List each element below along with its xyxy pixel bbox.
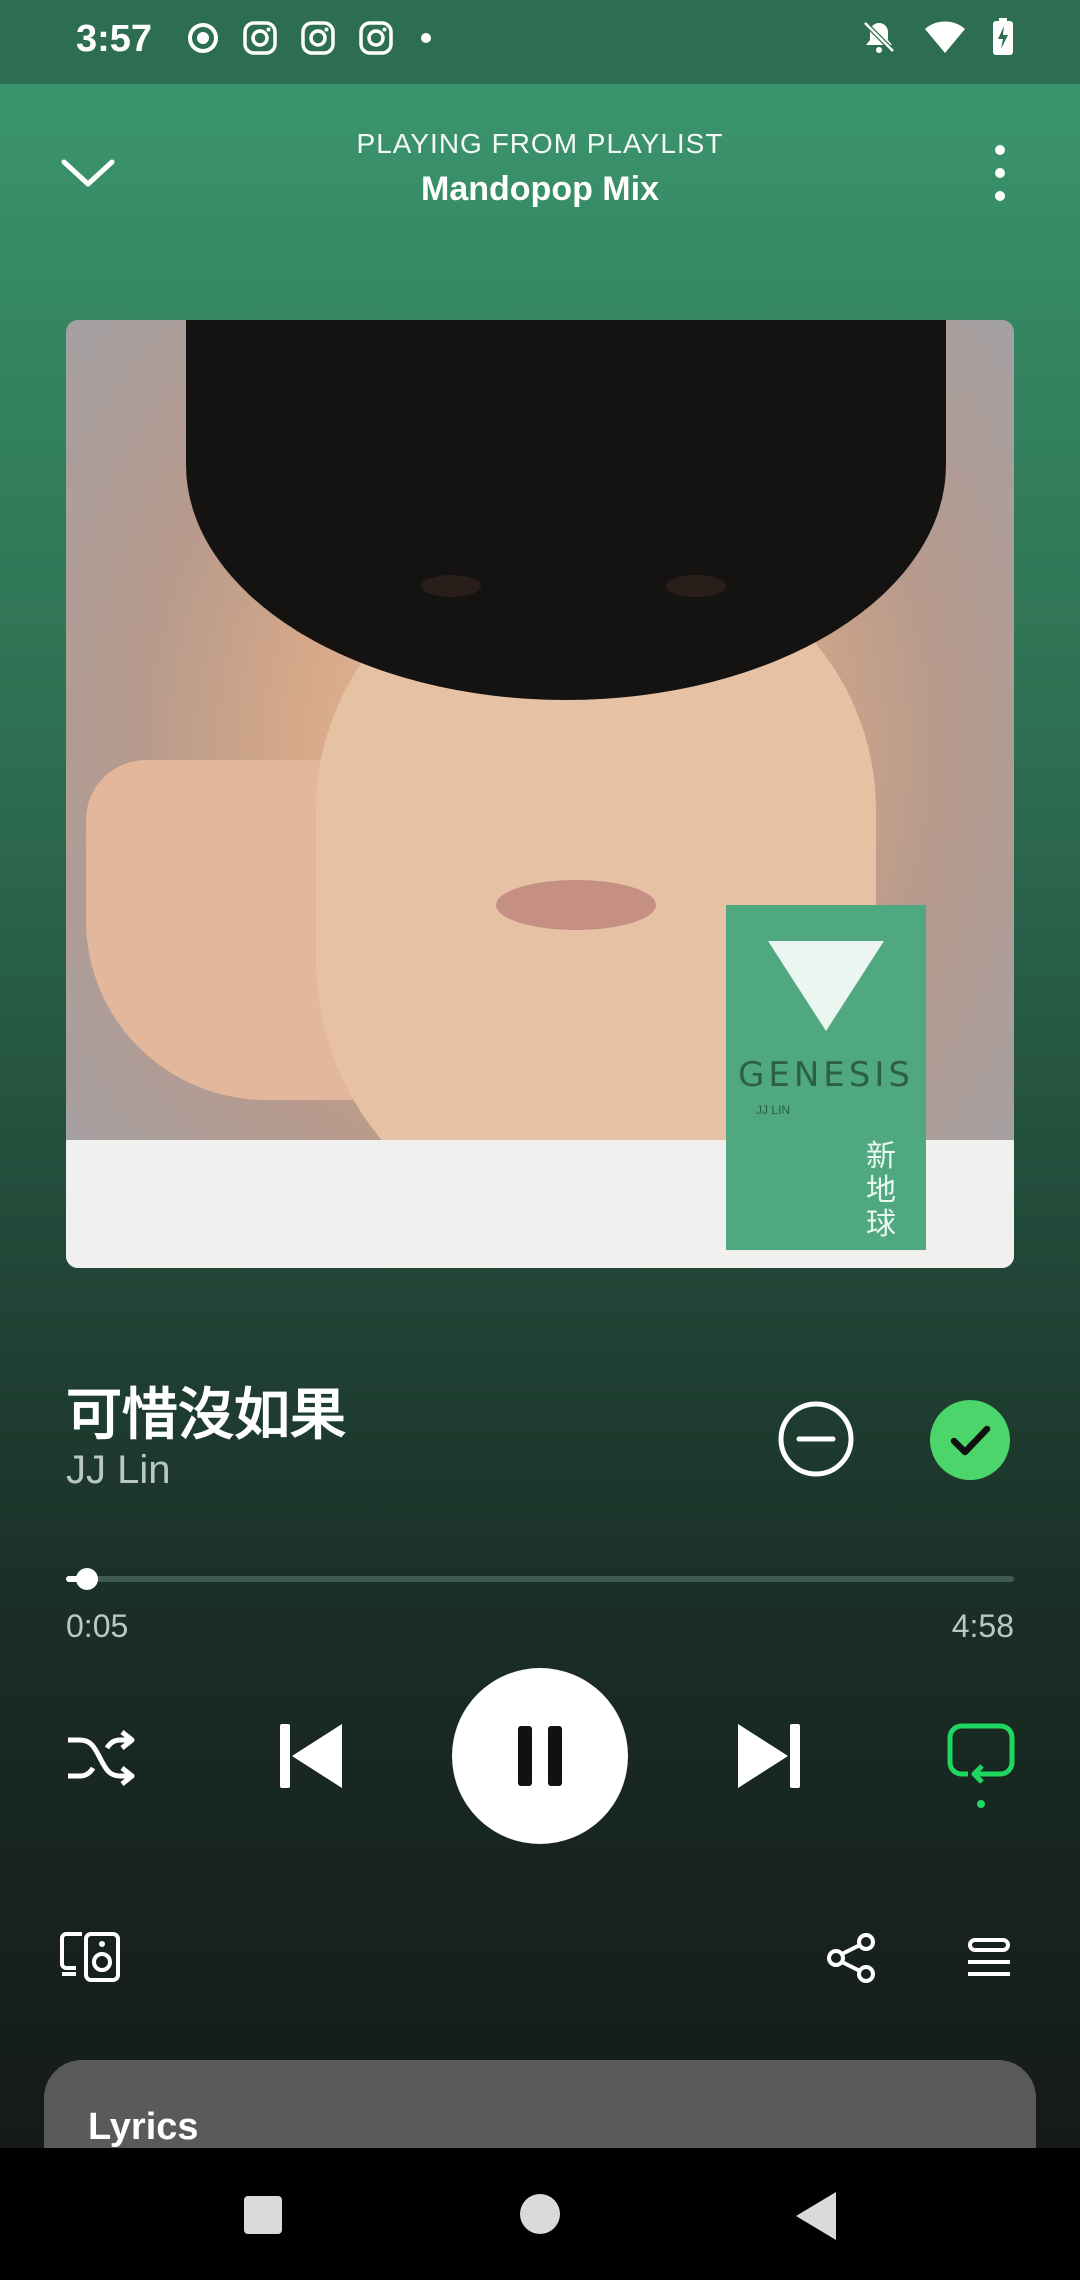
pause-button[interactable] — [452, 1668, 628, 1844]
home-button[interactable] — [520, 2194, 560, 2234]
instagram-icon — [243, 21, 277, 55]
share-icon[interactable] — [826, 1932, 878, 1984]
connect-devices-icon[interactable] — [60, 1930, 122, 1984]
queue-icon[interactable] — [966, 1936, 1012, 1980]
next-track-icon[interactable] — [736, 1722, 802, 1790]
status-bar: 3:57 — [0, 0, 1080, 84]
badge-triangle-logo — [768, 941, 884, 1031]
status-time: 3:57 — [76, 18, 153, 60]
now-playing-screen: 3:57 PLAYING FROM PLAYLIST Mandopop Mix … — [0, 0, 1080, 2148]
status-right-icons — [860, 18, 1014, 56]
wifi-icon — [925, 21, 965, 53]
art-hair-shape — [186, 320, 946, 700]
instagram-icon — [359, 21, 393, 55]
repeat-icon[interactable] — [946, 1720, 1016, 1810]
track-artist[interactable]: JJ Lin — [66, 1448, 171, 1493]
progress-bar[interactable] — [66, 1568, 1014, 1590]
track-title[interactable]: 可惜沒如果 — [66, 1370, 346, 1451]
recents-button[interactable] — [244, 2196, 282, 2234]
lyrics-card[interactable]: Lyrics — [44, 2060, 1036, 2148]
art-lips-shape — [496, 880, 656, 930]
previous-track-icon[interactable] — [278, 1722, 344, 1790]
playlist-title[interactable]: Mandopop Mix — [0, 170, 1080, 209]
hide-song-button[interactable] — [777, 1400, 855, 1478]
dot-icon — [421, 33, 431, 43]
status-left-icons — [186, 20, 436, 56]
total-time: 4:58 — [951, 1608, 1014, 1644]
bell-off-icon — [863, 21, 895, 53]
album-art: GENESIS JJ LIN 新地球 — [66, 320, 1014, 1268]
album-badge: GENESIS JJ LIN 新地球 — [726, 905, 926, 1250]
more-options-icon[interactable] — [980, 140, 1020, 210]
record-icon — [188, 23, 218, 53]
shuffle-icon[interactable] — [64, 1722, 136, 1794]
playing-from-label: PLAYING FROM PLAYLIST — [356, 128, 724, 159]
badge-chinese-title: 新地球 — [866, 1140, 896, 1241]
badge-title: GENESIS — [738, 1055, 914, 1095]
liked-check-button[interactable] — [930, 1400, 1010, 1480]
badge-artist: JJ LIN — [756, 1103, 791, 1117]
current-time: 0:05 — [66, 1608, 129, 1644]
instagram-icon — [301, 21, 335, 55]
art-eye-shape — [421, 575, 481, 597]
lyrics-label: Lyrics — [88, 2106, 199, 2148]
pause-icon — [518, 1726, 562, 1786]
progress-knob[interactable] — [76, 1568, 99, 1590]
battery-charging-icon — [993, 18, 1013, 55]
back-button[interactable] — [796, 2192, 836, 2240]
art-eye-shape — [666, 575, 726, 597]
